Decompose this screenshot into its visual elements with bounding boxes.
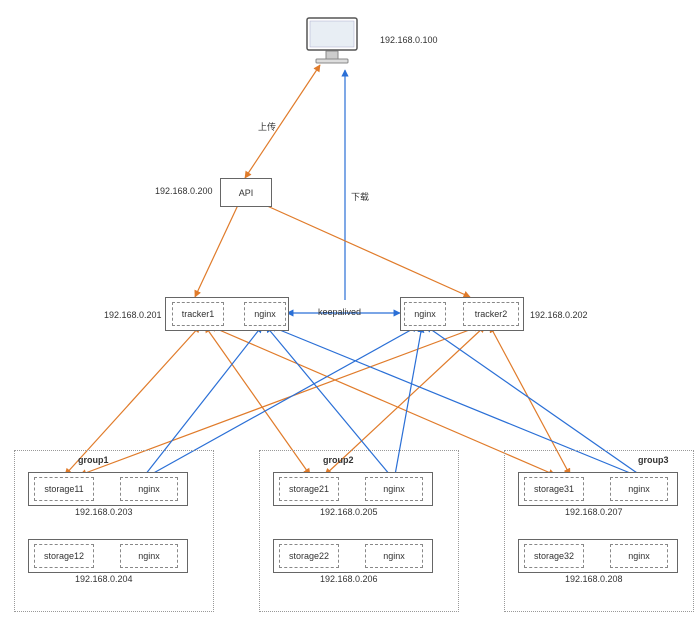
- group1-a-nginx-label: nginx: [138, 484, 160, 494]
- group3-b-nginx: nginx: [610, 544, 668, 568]
- group2-b-nginx: nginx: [365, 544, 423, 568]
- group2-b-storage: storage22: [279, 544, 339, 568]
- group3-title: group3: [638, 455, 669, 465]
- edge-keepalived-label: keepalived: [318, 307, 361, 317]
- tracker2-nginx-label: nginx: [414, 309, 436, 319]
- group1-b-ip: 192.168.0.204: [75, 574, 133, 584]
- group3-a-nginx-label: nginx: [628, 484, 650, 494]
- api-label: API: [239, 188, 254, 198]
- group2-b-storage-label: storage22: [289, 551, 329, 561]
- group2-a-ip: 192.168.0.205: [320, 507, 378, 517]
- group3-b-nginx-label: nginx: [628, 551, 650, 561]
- group3-b-ip: 192.168.0.208: [565, 574, 623, 584]
- tracker1-ip: 192.168.0.201: [104, 310, 162, 320]
- api-box: API: [220, 178, 272, 207]
- group3-b-storage: storage32: [524, 544, 584, 568]
- group1-b-nginx: nginx: [120, 544, 178, 568]
- tracker1-nginx-label: nginx: [254, 309, 276, 319]
- tracker2-box: tracker2: [463, 302, 519, 326]
- group3-a-ip: 192.168.0.207: [565, 507, 623, 517]
- group2-b-nginx-label: nginx: [383, 551, 405, 561]
- group1-a-ip: 192.168.0.203: [75, 507, 133, 517]
- group2-a-nginx-label: nginx: [383, 484, 405, 494]
- group1-a-nginx: nginx: [120, 477, 178, 501]
- group1-a-storage: storage11: [34, 477, 94, 501]
- group1-b-nginx-label: nginx: [138, 551, 160, 561]
- tracker2-nginx-box: nginx: [404, 302, 446, 326]
- group1-title: group1: [78, 455, 109, 465]
- group3-a-nginx: nginx: [610, 477, 668, 501]
- edge-upload-label: 上传: [258, 120, 276, 133]
- group2-a-storage-label: storage21: [289, 484, 329, 494]
- tracker2-label: tracker2: [475, 309, 508, 319]
- tracker2-ip: 192.168.0.202: [530, 310, 588, 320]
- client-computer-icon: [302, 15, 362, 70]
- edge-download-label: 下载: [351, 190, 369, 203]
- diagram: { "client": { "ip": "192.168.0.100" }, "…: [0, 0, 700, 632]
- group3-a-storage: storage31: [524, 477, 584, 501]
- api-ip: 192.168.0.200: [155, 186, 213, 196]
- group2-b-ip: 192.168.0.206: [320, 574, 378, 584]
- group2-a-storage: storage21: [279, 477, 339, 501]
- group3-a-storage-label: storage31: [534, 484, 574, 494]
- group3-b-storage-label: storage32: [534, 551, 574, 561]
- group1-b-storage-label: storage12: [44, 551, 84, 561]
- tracker1-nginx-box: nginx: [244, 302, 286, 326]
- group2-a-nginx: nginx: [365, 477, 423, 501]
- client-ip: 192.168.0.100: [380, 35, 438, 45]
- tracker1-box: tracker1: [172, 302, 224, 326]
- group1-a-storage-label: storage11: [44, 484, 83, 494]
- tracker1-label: tracker1: [182, 309, 215, 319]
- group2-title: group2: [323, 455, 354, 465]
- group1-b-storage: storage12: [34, 544, 94, 568]
